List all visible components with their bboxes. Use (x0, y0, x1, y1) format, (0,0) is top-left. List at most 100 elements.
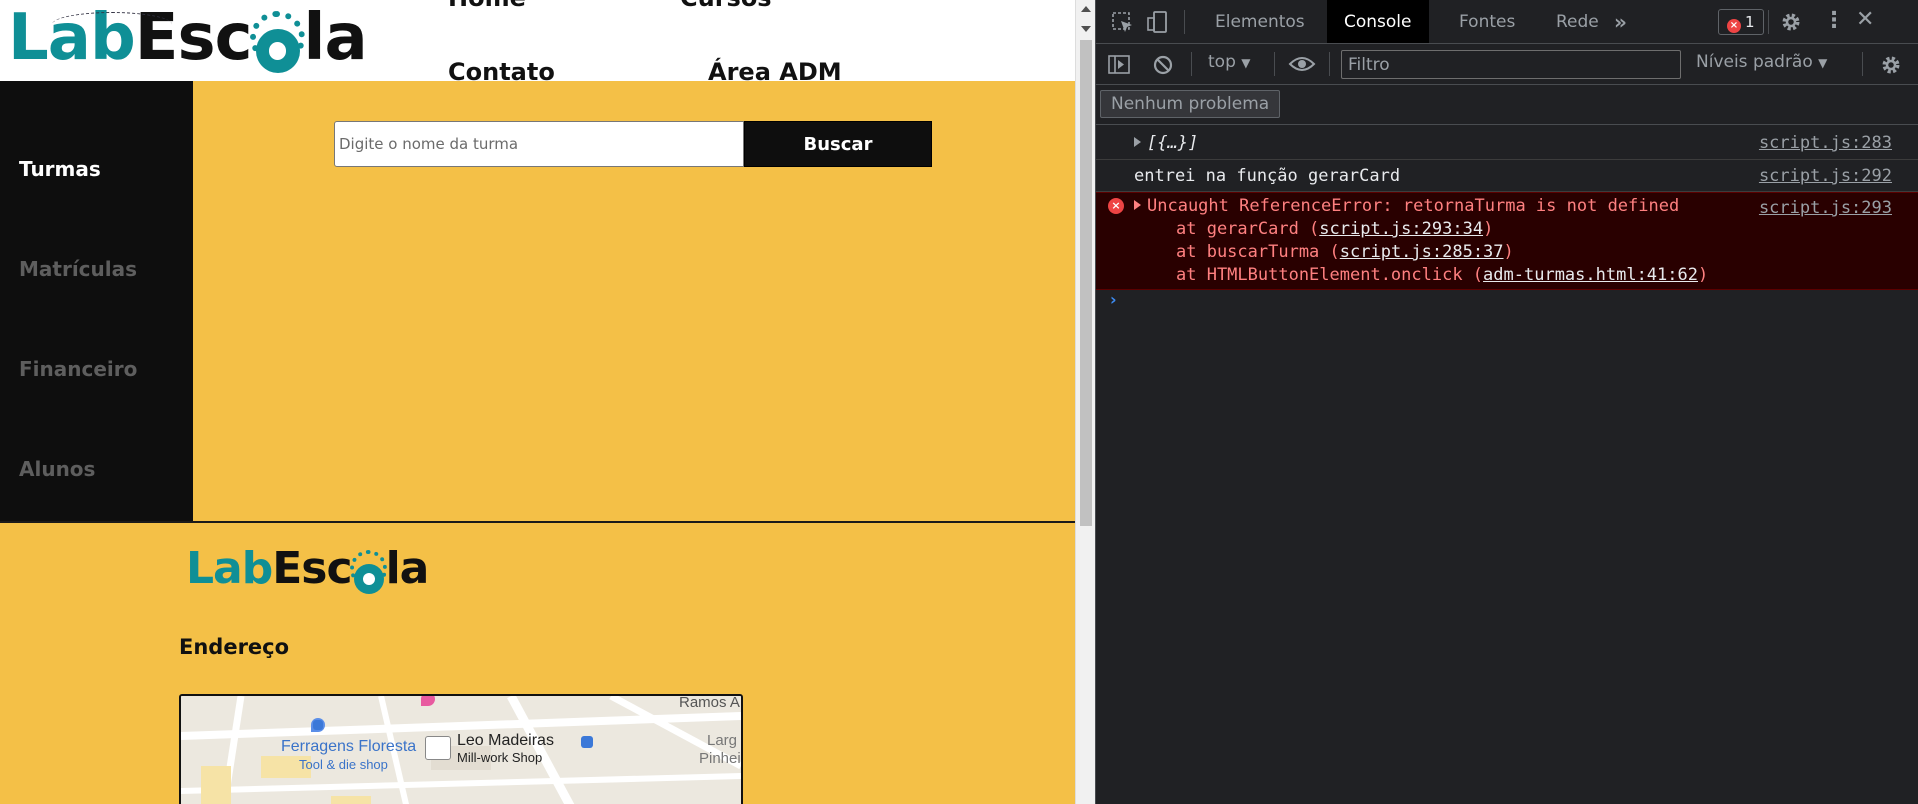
console-log-entry: entrei na função gerarCard script.js:292 (1096, 160, 1918, 192)
logo-text-esc: Esc (272, 543, 352, 594)
log-source-link[interactable]: script.js:283 (1759, 133, 1892, 153)
stack-frame-link[interactable]: script.js:293:34 (1319, 219, 1483, 239)
dropdown-arrow-icon: ▼ (1818, 56, 1828, 70)
console-toolbar: top ▼ Níveis padrão ▼ (1096, 44, 1918, 85)
log-levels-value: Níveis padrão (1696, 52, 1813, 72)
map-label-street2: Larg (707, 732, 738, 749)
stack-frame-text: ) (1697, 265, 1709, 285)
error-icon: × (1727, 19, 1741, 33)
more-options-kebab-icon[interactable]: ⋮ (1823, 10, 1845, 32)
map-label-place2: Leo Madeiras (457, 732, 554, 749)
context-value: top (1208, 52, 1236, 72)
stack-frame-text: at gerarCard ( (1176, 219, 1320, 239)
gear-icon (250, 10, 305, 73)
log-message: entrei na função gerarCard (1134, 166, 1401, 186)
logo-text-la: la (385, 543, 430, 594)
clear-console-icon[interactable] (1152, 54, 1174, 76)
web-page: Lab Esc la Home Cursos Contato Área ADM … (0, 0, 1075, 804)
sidebar-item-matriculas[interactable]: Matrículas (19, 257, 137, 281)
more-tabs-chevron-icon[interactable]: » (1614, 12, 1627, 32)
admin-sidebar: Turmas Matrículas Financeiro Alunos (0, 81, 193, 521)
scroll-down-arrow-icon[interactable] (1081, 26, 1091, 32)
turma-search-bar: Buscar (334, 121, 932, 167)
logo-text-lab: Lab (186, 543, 273, 594)
devtools-panel: Elementos Console Fontes Rede » × 1 ⋮ ✕ t… (1096, 0, 1918, 804)
bus-stop-icon[interactable] (581, 736, 593, 748)
stack-frame-text: at buscarTurma ( (1176, 242, 1340, 262)
sidebar-item-turmas[interactable]: Turmas (19, 157, 101, 181)
map-label-place1-sub: Tool & die shop (299, 757, 388, 772)
toolbar-separator (1274, 52, 1275, 76)
expand-triangle-icon[interactable] (1134, 200, 1141, 210)
sidebar-item-financeiro[interactable]: Financeiro (19, 357, 137, 381)
issues-bar: Nenhum problema (1096, 85, 1918, 125)
expand-triangle-icon[interactable] (1134, 137, 1141, 147)
inspect-element-icon[interactable] (1112, 12, 1134, 34)
console-filter-input[interactable] (1341, 50, 1681, 79)
toolbar-separator (1329, 52, 1330, 76)
stack-frame-link[interactable]: adm-turmas.html:41:62 (1483, 265, 1698, 285)
map-label-street1: Ramos A (679, 694, 740, 711)
devtools-tab-bar: Elementos Console Fontes Rede » × 1 ⋮ ✕ (1096, 0, 1918, 44)
nav-cursos-link[interactable]: Cursos (680, 0, 772, 12)
map-label-place2-sub: Mill-work Shop (457, 750, 543, 765)
page-scrollbar[interactable] (1075, 0, 1095, 804)
toolbar-separator (1768, 10, 1769, 34)
page-footer: Lab Esc la Endereço Ferragens Floresta T… (0, 523, 1075, 804)
bus-stop-icon[interactable] (313, 720, 323, 730)
stack-frame-link[interactable]: script.js:285:37 (1340, 242, 1504, 262)
context-selector[interactable]: top ▼ (1208, 52, 1251, 72)
embedded-map[interactable]: Ferragens Floresta Tool & die shop Leo M… (179, 694, 743, 804)
scroll-up-arrow-icon[interactable] (1081, 6, 1091, 12)
turma-search-input[interactable] (334, 121, 744, 167)
logo-swirl-decoration (52, 12, 172, 37)
nav-home-link[interactable]: Home (448, 0, 526, 12)
gear-icon (349, 550, 388, 594)
console-prompt-icon[interactable]: › (1110, 290, 1117, 309)
tab-rede[interactable]: Rede (1539, 0, 1616, 43)
stack-frame: at HTMLButtonElement.onclick (adm-turmas… (1176, 265, 1708, 285)
scrollbar-thumb[interactable] (1080, 40, 1092, 526)
stack-frame: at gerarCard (script.js:293:34) (1176, 219, 1493, 239)
header-logo[interactable]: Lab Esc la (8, 1, 368, 75)
error-count-badge[interactable]: × 1 (1718, 9, 1764, 35)
stack-frame-text: ) (1483, 219, 1494, 239)
device-toolbar-icon[interactable] (1146, 10, 1170, 34)
log-message: [{…}] (1147, 133, 1199, 153)
settings-gear-icon[interactable] (1780, 11, 1802, 33)
error-count: 1 (1745, 13, 1755, 31)
stack-frame-text: ) (1503, 242, 1514, 262)
footer-logo: Lab Esc la (186, 543, 430, 595)
tab-elementos[interactable]: Elementos (1198, 0, 1322, 43)
map-label-place1: Ferragens Floresta (281, 738, 417, 755)
address-heading: Endereço (179, 635, 290, 659)
toolbar-separator (1184, 10, 1185, 34)
toolbar-separator (1191, 52, 1192, 76)
sidebar-item-alunos[interactable]: Alunos (19, 457, 95, 481)
toolbar-separator (1862, 52, 1863, 76)
console-error-entry[interactable]: × Uncaught ReferenceError: retornaTurma … (1096, 192, 1918, 290)
tab-console[interactable]: Console (1327, 0, 1429, 43)
show-sidebar-icon[interactable] (1108, 54, 1130, 76)
close-devtools-icon[interactable]: ✕ (1856, 9, 1874, 31)
admin-main-section: Turmas Matrículas Financeiro Alunos Busc… (0, 81, 1075, 523)
store-logo-icon[interactable] (425, 736, 451, 760)
error-icon: × (1108, 198, 1124, 214)
live-expression-eye-icon[interactable] (1288, 54, 1316, 74)
log-levels-dropdown[interactable]: Níveis padrão ▼ (1696, 52, 1827, 72)
dropdown-arrow-icon: ▼ (1241, 56, 1251, 70)
stack-frame: at buscarTurma (script.js:285:37) (1176, 242, 1514, 262)
error-source-link[interactable]: script.js:293 (1759, 198, 1892, 218)
logo-text-esc: Esc (134, 1, 253, 75)
search-button[interactable]: Buscar (744, 121, 932, 167)
logo-text-la: la (303, 1, 368, 75)
error-message: Uncaught ReferenceError: retornaTurma is… (1147, 196, 1680, 216)
header-logo-box: Lab Esc la (0, 0, 372, 80)
map-label-street3: Pinhei (699, 750, 741, 767)
issues-button[interactable]: Nenhum problema (1100, 90, 1281, 118)
tab-fontes[interactable]: Fontes (1442, 0, 1532, 43)
console-log-entry[interactable]: [{…}] script.js:283 (1096, 128, 1918, 160)
console-settings-gear-icon[interactable] (1880, 54, 1902, 76)
log-source-link[interactable]: script.js:292 (1759, 166, 1892, 186)
stack-frame-text: at HTMLButtonElement.onclick ( (1176, 265, 1484, 285)
